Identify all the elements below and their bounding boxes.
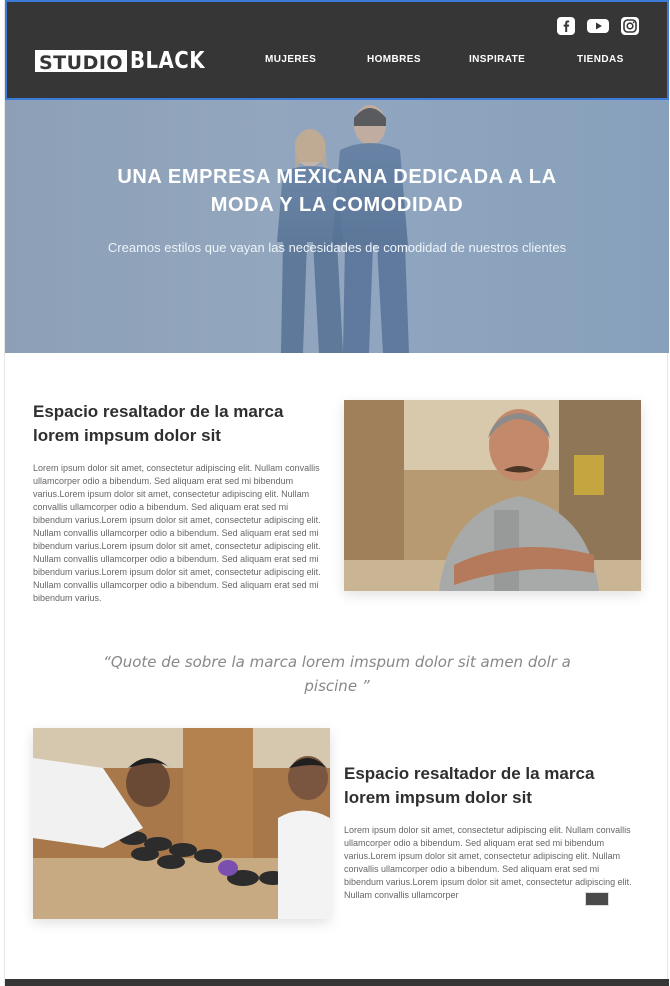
logo-boxed-text: STUDIO	[35, 50, 128, 74]
quote-line1: “Quote de sobre la marca lorem imspum do…	[103, 653, 571, 671]
youtube-icon[interactable]	[587, 17, 609, 35]
section1-body: Lorem ipsum dolor sit amet, consectetur …	[33, 463, 321, 603]
hero-subtitle: Creamos estilos que vayan las necesidade…	[107, 240, 567, 255]
social-links	[557, 17, 639, 35]
hero-title-line2: MODA Y LA COMODIDAD	[210, 194, 464, 216]
site-header: STUDIO BLACK MUJERES HOMBRES INSPIRATE T…	[5, 0, 669, 100]
nav-item-hombres[interactable]: HOMBRES	[367, 54, 421, 65]
main-nav: MUJERES HOMBRES INSPIRATE TIENDAS	[247, 54, 647, 70]
section2-heading: Espacio resaltador de la marca lorem imp…	[344, 762, 644, 810]
section2-heading-line2: lorem impsum dolor sit	[344, 788, 532, 807]
section1-heading: Espacio resaltador de la marca lorem imp…	[33, 400, 313, 448]
hero-title: UNA EMPRESA MEXICANA DEDICADA A LA MODA …	[5, 163, 669, 219]
brand-quote: “Quote de sobre la marca lorem imspum do…	[65, 650, 609, 698]
instagram-icon[interactable]	[621, 17, 639, 35]
brand-logo[interactable]: STUDIO BLACK	[35, 48, 217, 74]
facebook-icon[interactable]	[557, 17, 575, 35]
nav-item-mujeres[interactable]: MUJERES	[265, 54, 316, 65]
site-footer	[5, 979, 669, 986]
hero-banner: UNA EMPRESA MEXICANA DEDICADA A LA MODA …	[5, 100, 669, 353]
hero-title-line1: UNA EMPRESA MEXICANA DEDICADA A LA	[117, 166, 557, 188]
workshop-photo	[33, 728, 330, 919]
page: STUDIO BLACK MUJERES HOMBRES INSPIRATE T…	[4, 0, 669, 986]
nav-item-inspirate[interactable]: INSPIRATE	[469, 54, 525, 65]
artisan-photo	[344, 400, 641, 591]
hero-image	[5, 100, 669, 353]
floating-thumbnail[interactable]	[585, 892, 609, 906]
section2-heading-line1: Espacio resaltador de la marca	[344, 764, 595, 783]
section2-body: Lorem ipsum dolor sit amet, consectetur …	[344, 825, 632, 900]
quote-line2: piscine ”	[304, 677, 370, 695]
section1-heading-line2: lorem impsum dolor sit	[33, 426, 221, 445]
section1-heading-line1: Espacio resaltador de la marca	[33, 402, 284, 421]
logo-text: BLACK	[130, 48, 206, 74]
nav-item-tiendas[interactable]: TIENDAS	[577, 54, 624, 65]
